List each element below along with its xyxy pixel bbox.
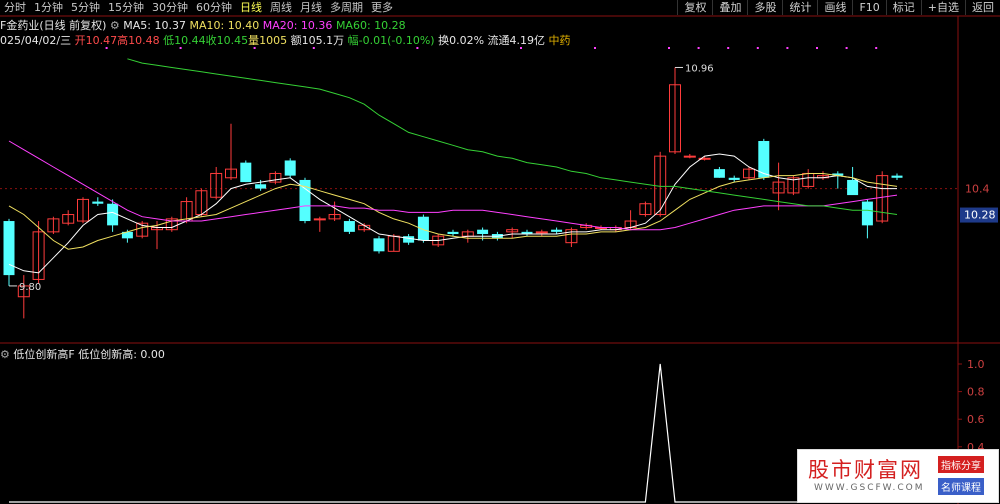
brand-url: WWW.GSCFW.COM [814,483,925,493]
signal-marker [756,47,759,49]
candle-body [535,231,548,234]
candle-body [861,201,873,226]
candle-body [847,179,859,196]
candle-body [728,177,740,180]
candle-body [284,160,296,176]
candle-body [313,218,326,221]
signal-marker [253,47,256,49]
candle-body [373,238,385,252]
candle-body [255,184,267,189]
candle-body [92,201,104,204]
candle-body [343,221,355,232]
extreme-marker-label: 10.96 [685,63,714,74]
candle-body [477,229,489,235]
candle-body [447,231,459,235]
candle-body [683,155,696,158]
candle-body [403,236,415,243]
candle-body [240,162,252,183]
signal-marker [105,47,108,49]
signal-marker [594,47,596,49]
ma-line-ma60 [127,58,898,215]
indicator-tick-label: 0.6 [967,413,985,426]
signal-marker [816,47,818,49]
signal-marker [416,47,419,49]
signal-marker [312,47,315,49]
candle-body [891,175,903,178]
signal-marker [727,47,730,49]
brand-name: 股市财富网 [808,458,923,482]
extreme-marker-label: 9.80 [19,282,41,293]
indicator-line [9,363,897,503]
candle-body [417,216,429,241]
kline-chart[interactable]: 10.410.2810.969.801.00.80.60.4 [0,0,1000,504]
candle-body [3,221,15,276]
signal-marker [668,47,670,49]
signal-marker [786,47,789,49]
candle-body [551,229,563,232]
brand-tag-courses: 名师课程 [938,478,984,495]
current-price-label: 10.28 [964,209,996,222]
candle-body [713,169,725,178]
signal-marker [845,47,848,49]
indicator-tick-label: 1.0 [967,358,985,371]
brand-tag-indicators: 指标分享 [938,456,984,473]
price-tick-label: 10.4 [965,183,990,196]
brand-watermark: 股市财富网 WWW.GSCFW.COM 指标分享 名师课程 [797,449,999,503]
signal-marker [179,47,182,49]
indicator-tick-label: 0.8 [967,386,985,399]
signal-marker [520,47,522,49]
signal-marker [697,47,700,49]
signal-marker [875,47,878,49]
